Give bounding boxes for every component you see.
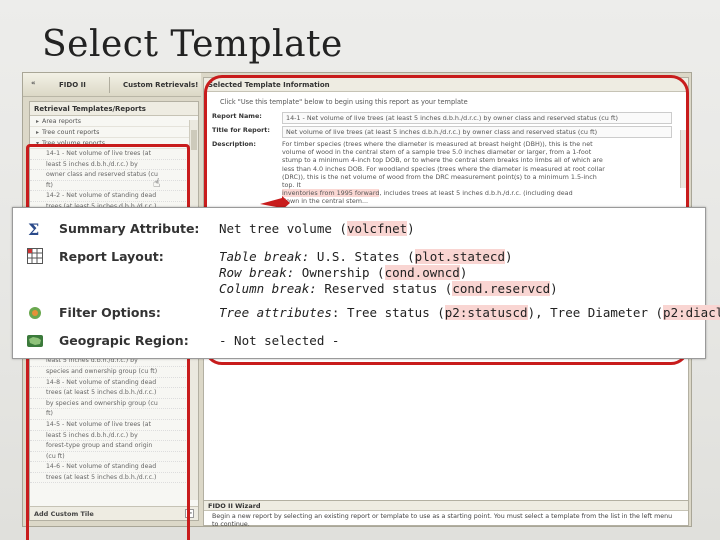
slide-title: Select Template (42, 24, 343, 65)
geographic-region-row: Geograpic Region: - Not selected - (13, 330, 705, 350)
description-line: down in the central stem... (282, 197, 369, 206)
custom-retrievals-tab[interactable]: Custom Retrievals! (123, 81, 198, 89)
topbar-divider (109, 77, 110, 93)
template-list-item[interactable]: species and ownership group (cu ft) (30, 367, 198, 378)
summary-attribute-label: Summary Attribute: (59, 221, 200, 236)
template-list-item[interactable]: least 5 inches d.b.h./d.r.c.) by (30, 431, 198, 442)
description-line: top. It (282, 181, 301, 190)
description-line: inventories from 1995 forward, includes … (282, 189, 573, 198)
tree-node-tree-volume[interactable]: ▾ Tree volume reports (30, 138, 198, 149)
description-scrollbar[interactable] (680, 130, 688, 188)
row-break-line: Row break: Ownership (cond.owncd) (219, 265, 468, 280)
summary-attribute-value: Net tree volume (volcfnet) (219, 221, 415, 236)
app-name: FIDO II (59, 81, 86, 89)
description-text: For timber species (trees where the diam… (282, 140, 672, 206)
selected-template-header: Selected Template Information (204, 78, 688, 92)
sigma-icon: Σ (28, 221, 39, 237)
fido-wizard-panel: FIDO II Wizard Begin a new report by sel… (203, 500, 689, 528)
attribute-chip: volcfnet (346, 221, 408, 236)
templates-header: Retrieval Templates/Reports (30, 102, 198, 116)
template-list-item[interactable]: owner class and reserved status (cu (30, 170, 198, 181)
wizard-header: FIDO II Wizard (204, 501, 688, 511)
column-break-line: Column break: Reserved status (cond.rese… (219, 281, 558, 296)
scroll-thumb[interactable] (191, 130, 197, 150)
filter-options-value: Tree attributes: Tree status (p2:statusc… (219, 305, 720, 321)
table-grid-icon (27, 248, 43, 264)
report-layout-row: Report Layout: Table break: U.S. States … (13, 246, 705, 296)
wizard-text: Begin a new report by selecting an exist… (212, 513, 673, 528)
hand-cursor-icon: ☝ (153, 176, 161, 190)
description-line: (DRC)), this is the net volume of wood f… (282, 172, 597, 181)
add-custom-tile[interactable]: Add Custom Tile + (30, 506, 198, 520)
template-summary-overlay: Σ Summary Attribute: Net tree volume (vo… (12, 207, 720, 359)
report-title-field[interactable]: Net volume of live trees (at least 5 inc… (282, 126, 672, 138)
description-label: Description: (212, 140, 256, 148)
add-icon[interactable]: + (185, 509, 194, 518)
app-topbar: « FIDO II Custom Retrievals! (23, 73, 201, 97)
instruction-text: Click "Use this template" below to begin… (220, 98, 468, 106)
template-list-item[interactable]: ft) (30, 181, 198, 192)
expand-icon[interactable]: ▸ (36, 118, 39, 125)
expand-icon[interactable]: ▸ (36, 129, 39, 136)
template-list-item[interactable]: least 5 inches d.b.h./d.r.c.) by (30, 160, 198, 171)
report-name-field[interactable]: 14-1 - Net volume of live trees (at leas… (282, 112, 672, 124)
report-layout-value: Table break: U.S. States (plot.statecd) … (219, 249, 558, 297)
description-line: volume of wood in the central stem of a … (282, 148, 592, 157)
description-line: For timber species (trees where the diam… (282, 140, 593, 148)
template-list-item[interactable]: 14-5 - Net volume of live trees (at (30, 420, 198, 431)
template-list-item[interactable]: 14-6 - Net volume of standing dead (30, 462, 198, 473)
report-layout-label: Report Layout: (59, 249, 164, 264)
tree-node-tree-count[interactable]: ▸ Tree count reports (30, 127, 198, 138)
template-list-item[interactable]: trees (at least 5 inches d.b.h./d.r.c.) (30, 473, 198, 484)
template-list-item[interactable]: ft) (30, 409, 198, 420)
template-list-item[interactable]: 14-1 - Net volume of live trees (at (30, 149, 198, 160)
template-list-item[interactable]: forest-type group and stand origin (30, 441, 198, 452)
template-list-top: 14-1 - Net volume of live trees (at least… (30, 149, 198, 213)
svg-text:Σ: Σ (28, 221, 39, 237)
filter-options-row: Filter Options: Tree attributes: Tree st… (13, 302, 720, 322)
collapse-chevron-icon[interactable]: « (31, 79, 36, 87)
report-name-row: Report Name: 14-1 - Net volume of live t… (204, 112, 688, 124)
geographic-region-value: - Not selected - (219, 333, 340, 348)
tree-node-area-reports[interactable]: ▸ Area reports (30, 116, 198, 127)
summary-attribute-row: Σ Summary Attribute: Net tree volume (vo… (13, 218, 705, 238)
template-list-item[interactable]: 14-8 - Net volume of standing dead (30, 378, 198, 389)
template-list-item[interactable]: 14-2 - Net volume of standing dead (30, 191, 198, 202)
filter-globe-icon (29, 307, 41, 319)
us-map-icon (27, 335, 43, 347)
report-title-row: Title for Report: Net volume of live tre… (204, 126, 688, 138)
table-break-line: Table break: U.S. States (plot.statecd) (219, 249, 513, 264)
template-list-item[interactable]: by species and ownership group (cu (30, 399, 198, 410)
description-highlight: inventories from 1995 forward (282, 189, 380, 198)
geographic-region-label: Geograpic Region: (59, 333, 189, 348)
filter-options-label: Filter Options: (59, 305, 161, 320)
report-title-label: Title for Report: (212, 126, 270, 134)
description-line: less than 4.0 inches DOB. For woodland s… (282, 164, 605, 173)
template-list-item[interactable]: trees (at least 5 inches d.b.h./d.r.c.) (30, 388, 198, 399)
template-list-item[interactable]: (cu ft) (30, 452, 198, 463)
report-name-label: Report Name: (212, 112, 262, 120)
description-line: stump to a minimum 4-inch top DOB, or to… (282, 156, 603, 165)
collapse-icon[interactable]: ▾ (36, 140, 39, 147)
